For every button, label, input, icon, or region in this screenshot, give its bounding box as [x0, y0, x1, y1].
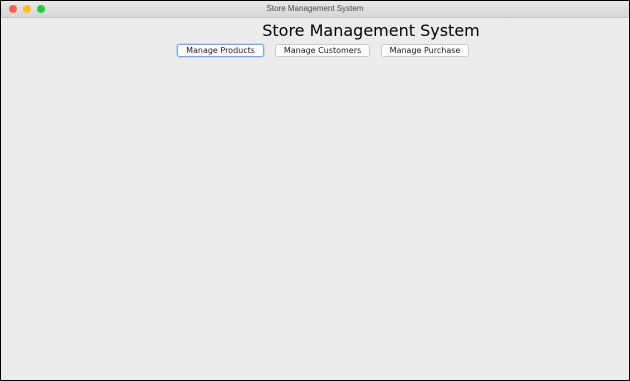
window-title: Store Management System	[266, 4, 364, 13]
manage-purchase-button[interactable]: Manage Purchase	[381, 44, 469, 57]
manage-customers-button[interactable]: Manage Customers	[275, 44, 370, 57]
title-bar[interactable]: Store Management System	[1, 1, 629, 18]
manage-products-button[interactable]: Manage Products	[177, 44, 264, 57]
page-title: Store Management System	[262, 21, 480, 40]
app-window: Store Management System Store Management…	[0, 0, 630, 381]
